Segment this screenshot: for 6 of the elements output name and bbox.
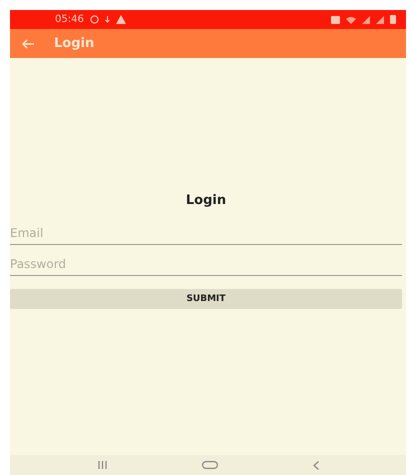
text-field[interactable]: Password <box>10 251 402 276</box>
text-field[interactable]: Email <box>10 220 402 245</box>
submit-button[interactable]: SUBMIT <box>10 289 402 309</box>
form-heading: Login <box>184 193 228 208</box>
appbar-title: Login <box>54 36 94 51</box>
status-time: 05:46 <box>55 14 84 25</box>
